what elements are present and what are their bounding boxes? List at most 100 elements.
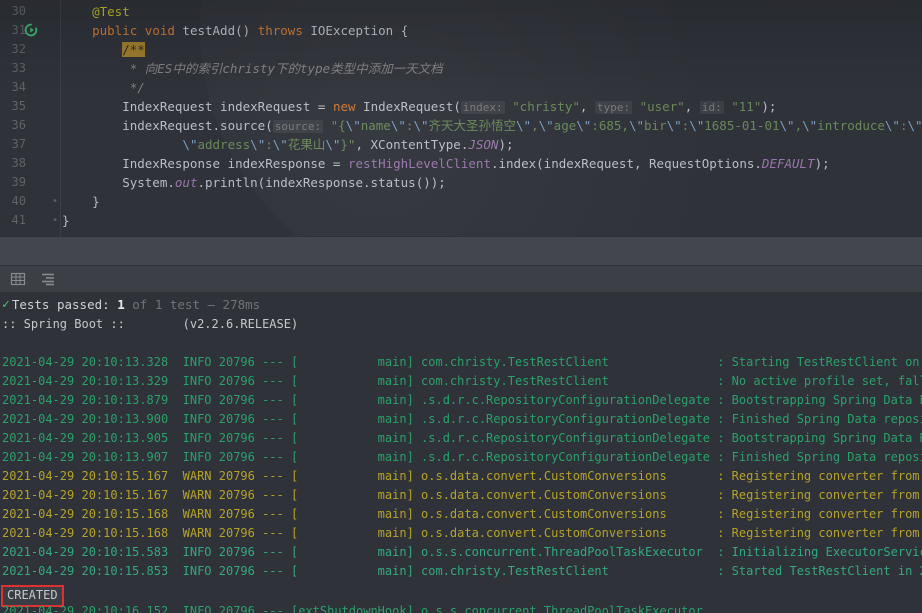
code-token: } bbox=[62, 194, 100, 209]
console-log-line: 2021-04-29 20:10:15.168 WARN 20796 --- [… bbox=[2, 507, 922, 521]
code-token: ); bbox=[761, 99, 777, 114]
code-token: \" bbox=[666, 118, 682, 133]
code-token: \" bbox=[538, 118, 554, 133]
run-test-icon[interactable] bbox=[24, 23, 38, 37]
code-token: introduce bbox=[817, 118, 885, 133]
code-token: ); bbox=[498, 137, 514, 152]
code-token: : bbox=[265, 137, 273, 152]
console-log-line: 2021-04-29 20:10:15.853 INFO 20796 --- [… bbox=[2, 564, 922, 578]
code-token: bir bbox=[644, 118, 667, 133]
code-token: .println(indexResponse.status()); bbox=[197, 175, 446, 190]
code-token: source: bbox=[272, 120, 324, 133]
code-line[interactable]: 36 indexRequest.source(source: "{\"name\… bbox=[0, 116, 922, 135]
code-fold-marker[interactable]: • bbox=[50, 211, 60, 230]
tests-passed-count: 1 bbox=[117, 296, 125, 312]
console-bottom-partial-line: 2021-04-29 20:10:16.152 INFO 20796 --- [… bbox=[2, 604, 703, 613]
ide-window: 30 @Test 31 public void testAdd() throws … bbox=[0, 0, 922, 613]
code-token: IndexRequest indexRequest = bbox=[62, 99, 333, 114]
console-log-line: 2021-04-29 20:10:15.167 WARN 20796 --- [… bbox=[2, 469, 922, 483]
code-token: \" bbox=[576, 118, 592, 133]
line-number: 37 bbox=[11, 137, 26, 151]
console-log-line: 2021-04-29 20:10:15.583 INFO 20796 --- [… bbox=[2, 545, 922, 559]
code-token: name bbox=[360, 118, 391, 133]
code-line-text: */ bbox=[62, 78, 145, 97]
line-number: 38 bbox=[11, 156, 26, 170]
code-line[interactable]: 34 */ bbox=[0, 78, 922, 97]
code-token: id: bbox=[699, 101, 724, 114]
code-token: new bbox=[332, 99, 356, 114]
code-line-text: * 向ES中的索引christy下的type类型中添加一天文档 bbox=[62, 59, 443, 78]
code-token: testAdd() bbox=[174, 23, 258, 38]
code-line-text: /** bbox=[62, 40, 145, 59]
code-token: "11" bbox=[731, 99, 762, 114]
code-token: \" bbox=[413, 118, 429, 133]
line-number: 41 bbox=[11, 213, 26, 227]
code-token: , bbox=[794, 118, 803, 133]
code-line[interactable]: 32 /** bbox=[0, 40, 922, 59]
code-line[interactable]: 31 public void testAdd() throws IOExcept… bbox=[0, 21, 922, 40]
code-token: : bbox=[899, 118, 908, 133]
console-log-line: 2021-04-29 20:10:15.167 WARN 20796 --- [… bbox=[2, 488, 922, 502]
code-token: 齐天大圣孙悟空 bbox=[428, 118, 517, 133]
console-log-line: 2021-04-29 20:10:13.879 INFO 20796 --- [… bbox=[2, 393, 922, 407]
tests-passed-label: Tests passed: bbox=[11, 296, 118, 312]
code-line[interactable]: 30 @Test bbox=[0, 2, 922, 21]
code-line[interactable]: 37 \"address\":\"花果山\"}", XContentType.J… bbox=[0, 135, 922, 154]
code-token: public bbox=[92, 23, 138, 38]
console-log-line: 2021-04-29 20:10:13.907 INFO 20796 --- [… bbox=[2, 450, 922, 464]
code-line-text: IndexResponse indexResponse = restHighLe… bbox=[62, 154, 829, 173]
code-line[interactable]: 38 IndexResponse indexResponse = restHig… bbox=[0, 154, 922, 173]
tool-window-divider[interactable] bbox=[0, 236, 922, 266]
code-token: out bbox=[174, 175, 198, 190]
soft-wrap-icon[interactable] bbox=[40, 271, 56, 287]
console-log-line: 2021-04-29 20:10:13.329 INFO 20796 --- [… bbox=[2, 374, 922, 388]
editor-lines: 30 @Test 31 public void testAdd() throws … bbox=[0, 0, 922, 230]
code-line-text: IndexRequest indexRequest = new IndexReq… bbox=[62, 97, 776, 117]
code-token: , bbox=[579, 99, 595, 114]
line-number: 40 bbox=[11, 194, 26, 208]
code-token: \" bbox=[689, 118, 705, 133]
expand-table-icon[interactable] bbox=[10, 271, 26, 287]
code-line-text: indexRequest.source(source: "{\"name\":\… bbox=[62, 116, 922, 136]
code-token: IndexRequest( bbox=[355, 99, 461, 114]
code-line[interactable]: 41 •} bbox=[0, 211, 922, 230]
code-token: void bbox=[144, 23, 175, 38]
code-token: System. bbox=[62, 175, 175, 190]
code-token: \" bbox=[907, 118, 922, 133]
code-token: age bbox=[553, 118, 577, 133]
code-token: \" bbox=[516, 118, 532, 133]
line-number: 35 bbox=[11, 99, 26, 113]
code-token: \" bbox=[779, 118, 795, 133]
code-token: \" bbox=[272, 137, 288, 152]
code-token: \" bbox=[325, 137, 341, 152]
code-token: \" bbox=[802, 118, 818, 133]
code-line[interactable]: 33 * 向ES中的索引christy下的type类型中添加一天文档 bbox=[0, 59, 922, 78]
line-number: 31 bbox=[11, 23, 26, 37]
line-number: 32 bbox=[11, 42, 26, 56]
code-token: address bbox=[197, 137, 251, 152]
code-token: \" bbox=[390, 118, 406, 133]
code-editor[interactable]: 30 @Test 31 public void testAdd() throws … bbox=[0, 0, 922, 236]
check-icon: ✓ bbox=[2, 296, 10, 312]
code-token: IOException { bbox=[302, 23, 409, 38]
code-token: , bbox=[684, 99, 700, 114]
code-line[interactable]: 39 System.out.println(indexResponse.stat… bbox=[0, 173, 922, 192]
run-console[interactable]: :: Spring Boot :: (v2.2.6.RELEASE) 2021-… bbox=[0, 315, 922, 613]
code-line-text: public void testAdd() throws IOException… bbox=[62, 21, 408, 40]
tests-passed-detail: of 1 test – 278ms bbox=[124, 296, 261, 312]
code-line-text: } bbox=[62, 192, 100, 211]
code-token: } bbox=[62, 213, 70, 228]
code-token: 1685-01-01 bbox=[704, 118, 780, 133]
code-token: \" bbox=[345, 118, 361, 133]
console-spacer bbox=[0, 334, 922, 353]
code-line[interactable]: 35 IndexRequest indexRequest = new Index… bbox=[0, 97, 922, 116]
code-fold-marker[interactable]: • bbox=[50, 192, 60, 211]
code-token: index: bbox=[460, 101, 505, 114]
code-line[interactable]: 40 • } bbox=[0, 192, 922, 211]
code-token: \" bbox=[884, 118, 900, 133]
code-token: .index(indexRequest, RequestOptions. bbox=[490, 156, 762, 171]
console-log-line: 2021-04-29 20:10:13.328 INFO 20796 --- [… bbox=[2, 355, 922, 369]
